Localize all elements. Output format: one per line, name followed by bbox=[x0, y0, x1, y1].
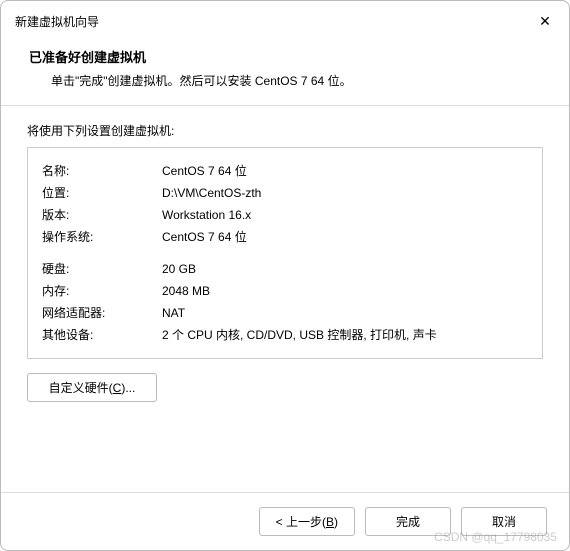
value-disk: 20 GB bbox=[162, 258, 528, 280]
value-memory: 2048 MB bbox=[162, 280, 528, 302]
label-os: 操作系统: bbox=[42, 226, 162, 248]
value-network: NAT bbox=[162, 302, 528, 324]
row-other: 其他设备: 2 个 CPU 内核, CD/DVD, USB 控制器, 打印机, … bbox=[42, 324, 528, 346]
row-memory: 内存: 2048 MB bbox=[42, 280, 528, 302]
label-network: 网络适配器: bbox=[42, 302, 162, 324]
value-os: CentOS 7 64 位 bbox=[162, 226, 528, 248]
row-version: 版本: Workstation 16.x bbox=[42, 204, 528, 226]
window-title: 新建虚拟机向导 bbox=[15, 13, 99, 30]
label-version: 版本: bbox=[42, 204, 162, 226]
customize-hardware-button[interactable]: 自定义硬件(C)... bbox=[27, 373, 157, 402]
row-os: 操作系统: CentOS 7 64 位 bbox=[42, 226, 528, 248]
label-location: 位置: bbox=[42, 182, 162, 204]
value-name: CentOS 7 64 位 bbox=[162, 160, 528, 182]
row-name: 名称: CentOS 7 64 位 bbox=[42, 160, 528, 182]
label-name: 名称: bbox=[42, 160, 162, 182]
value-location: D:\VM\CentOS-zth bbox=[162, 182, 528, 204]
label-disk: 硬盘: bbox=[42, 258, 162, 280]
label-memory: 内存: bbox=[42, 280, 162, 302]
row-location: 位置: D:\VM\CentOS-zth bbox=[42, 182, 528, 204]
wizard-heading: 已准备好创建虚拟机 bbox=[29, 47, 545, 66]
back-button[interactable]: < 上一步(B) bbox=[259, 507, 355, 536]
finish-button[interactable]: 完成 bbox=[365, 507, 451, 536]
footer: < 上一步(B) 完成 取消 CSDN @qq_17798035 bbox=[1, 492, 569, 550]
wizard-subheading: 单击"完成"创建虚拟机。然后可以安装 CentOS 7 64 位。 bbox=[29, 72, 545, 89]
row-disk: 硬盘: 20 GB bbox=[42, 258, 528, 280]
label-other: 其他设备: bbox=[42, 324, 162, 346]
row-network: 网络适配器: NAT bbox=[42, 302, 528, 324]
value-version: Workstation 16.x bbox=[162, 204, 528, 226]
settings-intro: 将使用下列设置创建虚拟机: bbox=[27, 122, 543, 139]
value-other: 2 个 CPU 内核, CD/DVD, USB 控制器, 打印机, 声卡 bbox=[162, 324, 528, 346]
settings-panel: 名称: CentOS 7 64 位 位置: D:\VM\CentOS-zth 版… bbox=[27, 147, 543, 359]
close-icon[interactable]: ✕ bbox=[535, 11, 555, 31]
cancel-button[interactable]: 取消 bbox=[461, 507, 547, 536]
